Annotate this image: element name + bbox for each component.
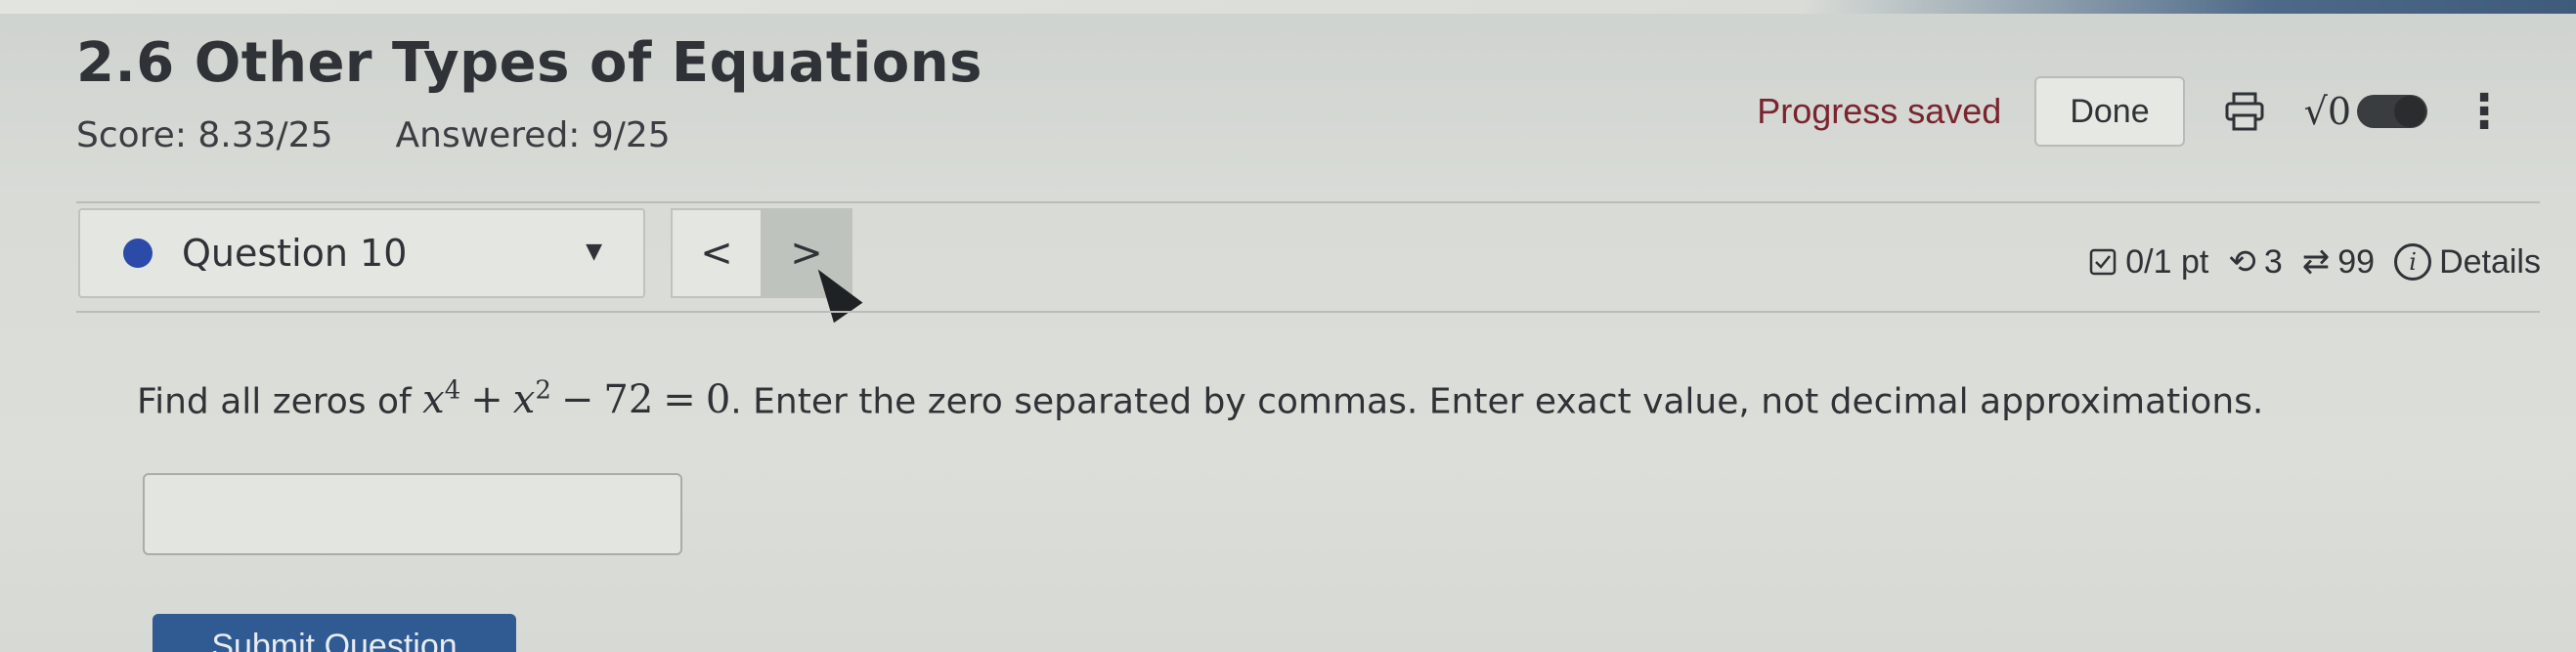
retries-item: ⟲ 3 <box>2228 242 2282 282</box>
problem-prefix: Find all zeros of <box>137 381 423 422</box>
details-link[interactable]: i Details <box>2394 243 2541 282</box>
square-root-glyph: √0 <box>2303 90 2351 133</box>
undo-icon: ⟲ <box>2228 243 2256 281</box>
repeat-icon: ⇄ <box>2301 243 2331 281</box>
eq-plus: + <box>470 377 503 423</box>
retries-label: 3 <box>2263 242 2283 281</box>
answer-input[interactable] <box>143 473 682 555</box>
question-select[interactable]: Question 10 ▼ <box>78 208 645 298</box>
question-divider <box>76 311 2540 313</box>
attempts-label: 99 <box>2337 242 2376 281</box>
details-label: Details <box>2439 242 2541 281</box>
problem-suffix: . Enter the zero separated by commas. En… <box>730 381 2264 422</box>
eq-zero: 0 <box>705 377 731 423</box>
progress-saved-text: Progress saved <box>1757 91 2002 131</box>
eq-x: x <box>422 377 445 423</box>
header-actions: Progress saved Done √0 ⋮ <box>1757 76 2508 147</box>
points-item: 0/1 pt <box>2088 243 2208 282</box>
math-toggle[interactable] <box>2357 95 2427 128</box>
eq-const: 72 <box>603 377 654 423</box>
score-label: Score: 8.33/25 <box>76 115 333 155</box>
previous-question-button[interactable]: < <box>671 208 763 298</box>
question-status-dot <box>123 239 153 268</box>
eq-exp4: 4 <box>444 376 461 406</box>
header-divider <box>76 201 2540 203</box>
eq-x2: x <box>512 377 536 423</box>
answered-label: Answered: 9/25 <box>395 115 671 155</box>
eq-exp2: 2 <box>535 376 551 406</box>
done-button[interactable]: Done <box>2034 76 2185 147</box>
info-icon: i <box>2394 243 2432 281</box>
caret-down-icon: ▼ <box>586 239 602 264</box>
printer-icon-svg <box>2225 92 2264 131</box>
printer-icon[interactable] <box>2218 85 2271 138</box>
equation: x4 + x2−72 = 0 <box>422 376 731 423</box>
top-strip <box>0 0 2576 14</box>
eq-minus: − <box>560 377 594 423</box>
question-select-label: Question 10 <box>182 232 408 275</box>
attempts-item: ⇄ 99 <box>2302 242 2375 282</box>
eq-equals: = <box>663 377 696 423</box>
submit-question-button[interactable]: Submit Question <box>153 614 516 652</box>
checkbox-icon <box>2089 248 2117 276</box>
kebab-menu-icon[interactable]: ⋮ <box>2461 88 2508 135</box>
score-row: Score: 8.33/25 Answered: 9/25 <box>76 115 671 155</box>
problem-statement: Find all zeros of x4 + x2−72 = 0. Enter the … <box>137 364 2288 429</box>
question-meta: 0/1 pt ⟲ 3 ⇄ 99 i Details <box>2088 242 2541 282</box>
points-label: 0/1 pt <box>2125 242 2209 281</box>
page-title: 2.6 Other Types of Equations <box>76 31 982 95</box>
square-root-icon[interactable]: √0 <box>2304 90 2427 133</box>
